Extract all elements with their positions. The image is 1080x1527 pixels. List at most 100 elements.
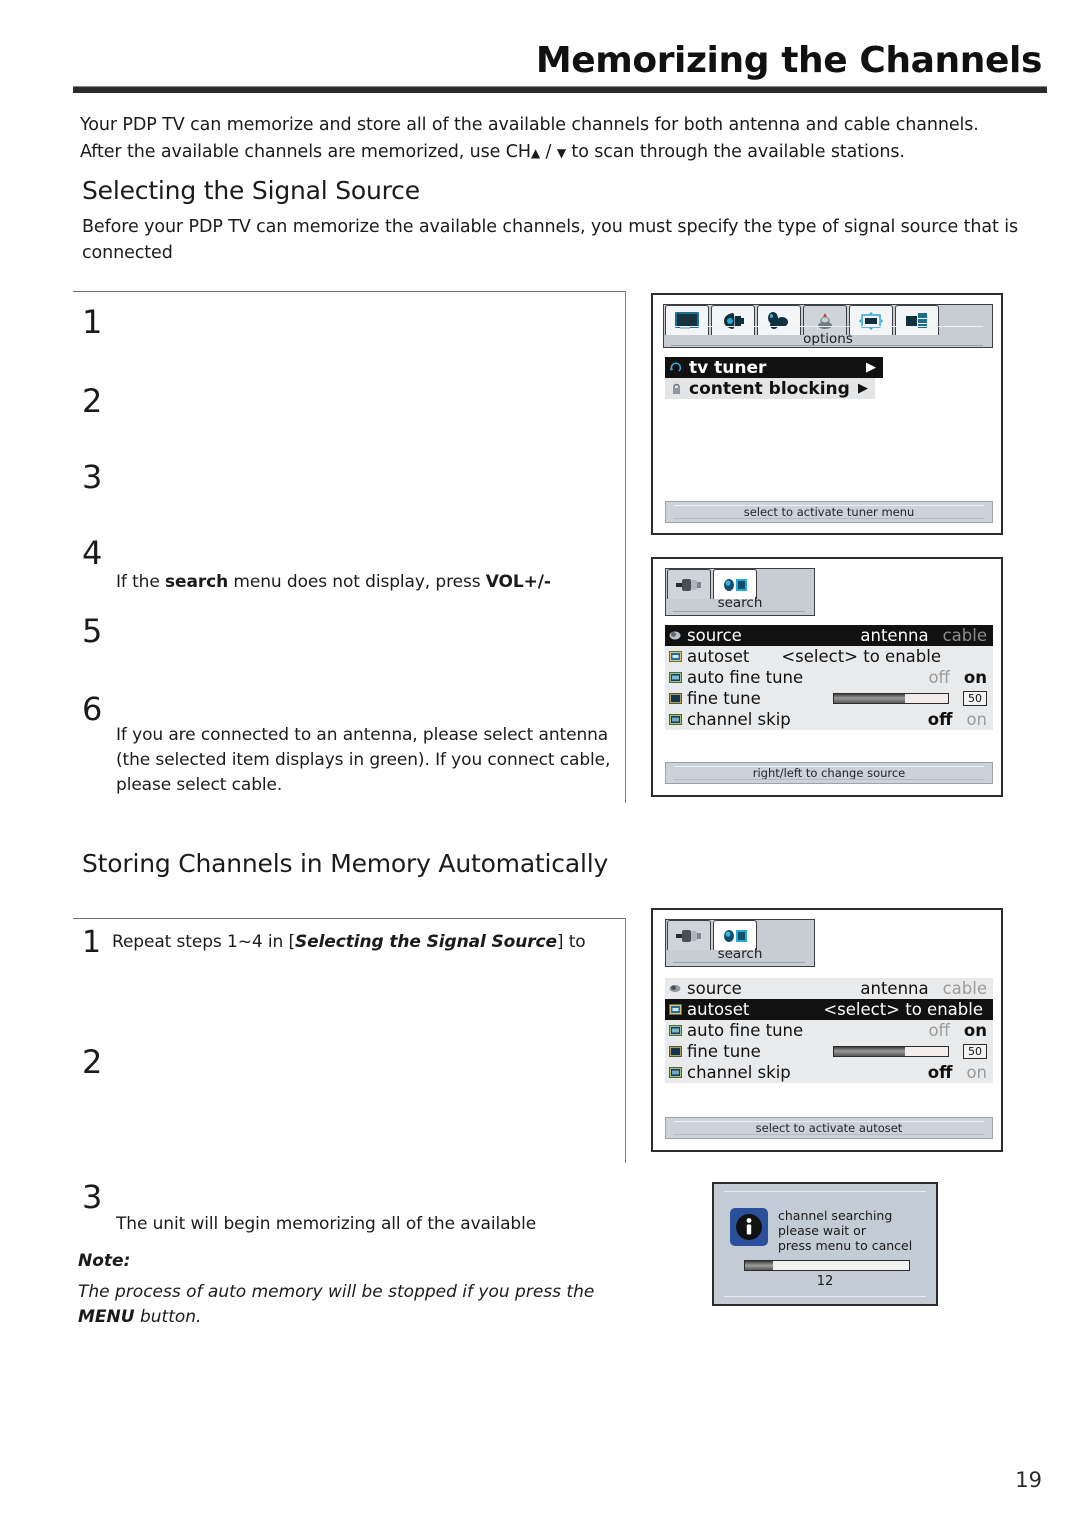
finetune-icon [669, 1046, 682, 1057]
row-auto-fine-tune-2-option-off[interactable]: off [928, 1021, 949, 1040]
intro-paragraph: Your PDP TV can memorize and store all o… [80, 112, 1035, 167]
fine-tune-value: 50 [963, 691, 987, 706]
info-glyph [736, 1214, 762, 1240]
autoset-icon [669, 1004, 682, 1015]
dialog-progress-fill [745, 1261, 773, 1270]
row-auto-fine-tune-values[interactable]: off on [928, 668, 993, 687]
row-auto-fine-tune-option-on[interactable]: on [964, 668, 987, 687]
row-source[interactable]: source antenna cable [665, 625, 993, 646]
row-fine-tune-2[interactable]: fine tune 50 [665, 1041, 993, 1062]
search-tab-caption: search [717, 595, 763, 611]
row-channel-skip-values[interactable]: off on [928, 710, 993, 729]
search-caption-rule [673, 611, 805, 612]
finetune-icon [669, 693, 682, 704]
row-source-2[interactable]: source antenna cable [665, 978, 993, 999]
dialog-progress-bar [744, 1260, 910, 1271]
search-tuner-icon [724, 929, 747, 942]
options-tuner-icon [818, 312, 832, 329]
statusbar-top-inset [674, 505, 984, 506]
signal-source-description: Before your PDP TV can memorize the avai… [82, 217, 1019, 263]
row-fine-tune[interactable]: fine tune 50 [665, 688, 993, 709]
row-fine-tune-controls[interactable]: 50 [833, 691, 993, 706]
dialog-top-inset [724, 1191, 926, 1192]
fine-tune-slider-2-fill [834, 1047, 905, 1056]
dialog-bottom-inset [724, 1296, 926, 1297]
tv-display-icon [675, 311, 699, 329]
page-title: Memorizing the Channels [535, 40, 1043, 81]
note-keyword-menu: MENU [78, 1307, 135, 1327]
row-channel-skip-option-on[interactable]: on [966, 710, 987, 729]
row-channel-skip-2[interactable]: channel skip off on [665, 1062, 993, 1083]
storing-step-1-ref: Selecting the Signal Source [295, 932, 557, 952]
fine-tune-value-2: 50 [963, 1044, 987, 1059]
fine-tune-slider[interactable] [833, 693, 949, 704]
options-statusbar: select to activate tuner menu [665, 501, 993, 523]
row-channel-skip-option-off[interactable]: off [928, 710, 953, 729]
row-autoset-2[interactable]: autoset <select> to enable [665, 999, 993, 1020]
storing-step-number-3: 3 [82, 1178, 103, 1216]
search-statusbar-top-inset [674, 766, 984, 767]
row-fine-tune-label: fine tune [687, 689, 761, 708]
intro-line-2-a: After the available channels are memoriz… [80, 142, 531, 162]
row-channel-skip[interactable]: channel skip off on [665, 709, 993, 730]
storing-step-number-2: 2 [82, 1043, 103, 1081]
row-source-2-label: source [687, 979, 742, 998]
chevron-right-icon: ▶ [866, 360, 876, 375]
storing-step-number-1: 1 [82, 925, 102, 960]
osd-screenshot-searching-dialog: channel searching please wait or press m… [712, 1182, 938, 1306]
autoset-tab-caption: search [717, 946, 763, 962]
row-channel-skip-label: channel skip [687, 710, 791, 729]
section-heading-storing-channels: Storing Channels in Memory Automatically [82, 849, 609, 878]
channelskip-icon [669, 714, 682, 725]
row-channel-skip-2-option-on[interactable]: on [966, 1063, 987, 1082]
row-channel-skip-2-values[interactable]: off on [928, 1063, 993, 1082]
dialog-line-3: press menu to cancel [778, 1238, 913, 1253]
row-autoset[interactable]: autoset <select> to enable [665, 646, 993, 667]
step-number-3: 3 [82, 458, 103, 496]
options-caption-toprule [671, 326, 983, 327]
row-auto-fine-tune-option-off[interactable]: off [928, 668, 949, 687]
storing-step-1-post: ] to [556, 932, 586, 952]
menu-item-tv-tuner[interactable]: tv tuner ▶ [665, 357, 883, 378]
row-source-values[interactable]: antenna cable [860, 626, 993, 645]
autofinetune-icon [669, 1025, 682, 1036]
step-4-text-pre: If the [116, 572, 166, 592]
dialog-body: channel searching please wait or press m… [730, 1208, 912, 1253]
options-menu-list[interactable]: tv tuner ▶ content blocking ▶ [665, 357, 993, 399]
step-number-5: 5 [82, 612, 103, 650]
row-auto-fine-tune-label: auto fine tune [687, 668, 804, 687]
step-number-2: 2 [82, 382, 103, 420]
chevron-right-icon-2: ▶ [858, 381, 868, 396]
row-source-option-antenna[interactable]: antenna [860, 626, 928, 645]
note-text: The process of auto memory will be stopp… [78, 1280, 638, 1330]
step-number-1: 1 [82, 303, 103, 341]
autoset-statusbar-bottom-inset [674, 1134, 984, 1135]
autoset-status-text: select to activate autoset [755, 1121, 903, 1135]
row-fine-tune-2-label: fine tune [687, 1042, 761, 1061]
row-fine-tune-2-controls[interactable]: 50 [833, 1044, 993, 1059]
row-channel-skip-2-option-off[interactable]: off [928, 1063, 953, 1082]
row-source-2-values[interactable]: antenna cable [860, 979, 993, 998]
row-source-2-option-cable[interactable]: cable [943, 979, 987, 998]
row-auto-fine-tune-2-option-on[interactable]: on [964, 1021, 987, 1040]
autoset-statusbar: select to activate autoset [665, 1117, 993, 1139]
menu-item-content-blocking[interactable]: content blocking ▶ [665, 378, 875, 399]
tuner-icon [670, 361, 682, 372]
source-icon [669, 631, 681, 640]
dialog-channel-count: 12 [816, 1274, 834, 1289]
plug-connector-icon [676, 578, 701, 591]
page-number: 19 [1015, 1468, 1042, 1492]
row-source-2-option-antenna[interactable]: antenna [860, 979, 928, 998]
row-autoset-2-value: <select> to enable [823, 1000, 983, 1019]
statusbar-bottom-inset [674, 518, 984, 519]
search-menu-list[interactable]: source antenna cable autoset <select> to… [665, 625, 993, 730]
fine-tune-slider-2[interactable] [833, 1046, 949, 1057]
lock-icon [673, 383, 680, 394]
row-source-option-cable[interactable]: cable [943, 626, 987, 645]
note-text-a: The process of auto memory will be stopp… [78, 1282, 595, 1302]
autofinetune-icon [669, 672, 682, 683]
autoset-menu-list[interactable]: source antenna cable autoset <select> to… [665, 978, 993, 1083]
row-auto-fine-tune[interactable]: auto fine tune off on [665, 667, 993, 688]
row-auto-fine-tune-2-values[interactable]: off on [928, 1021, 993, 1040]
row-auto-fine-tune-2[interactable]: auto fine tune off on [665, 1020, 993, 1041]
